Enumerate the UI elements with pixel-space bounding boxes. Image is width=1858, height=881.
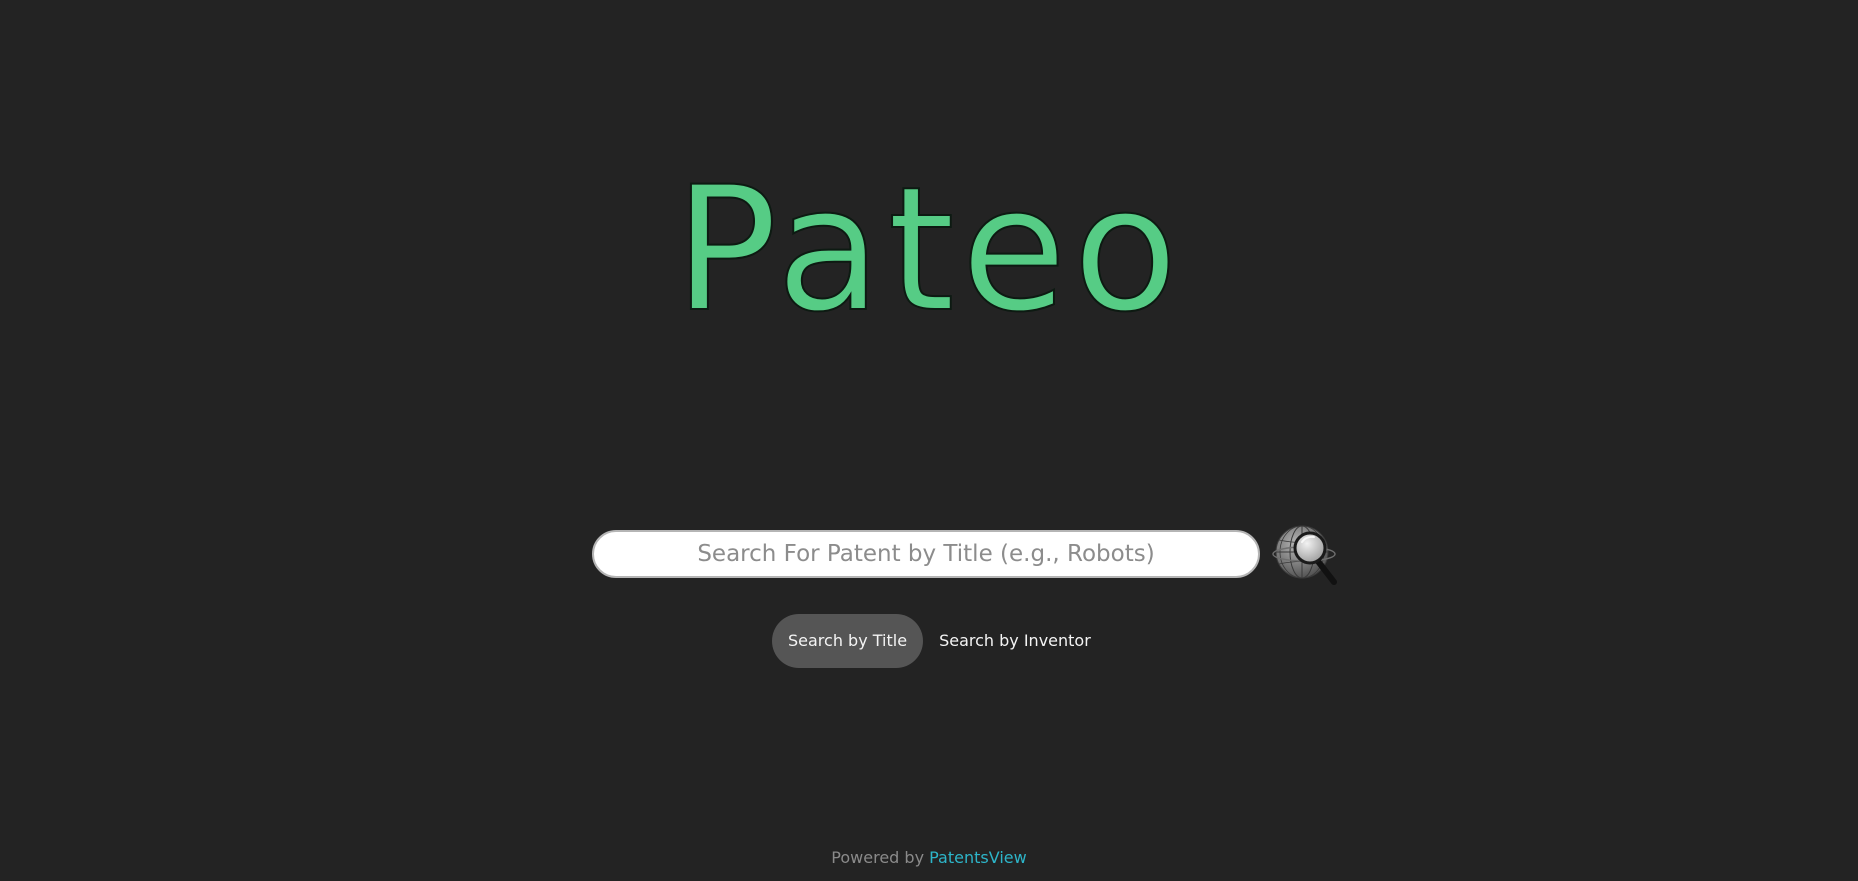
search-input[interactable]	[592, 530, 1260, 578]
footer-prefix: Powered by	[831, 848, 930, 867]
search-mode-tabs: Search by Title Search by Inventor	[772, 614, 1099, 668]
search-by-inventor-tab[interactable]: Search by Inventor	[931, 614, 1099, 668]
patentsview-link[interactable]: PatentsView	[929, 848, 1027, 867]
globe-magnifier-icon	[1272, 525, 1337, 585]
page: Pateo Search For Patent by Title (e.g., …	[0, 0, 1858, 881]
footer: Powered by PatentsView	[0, 848, 1858, 867]
search-button[interactable]	[1272, 523, 1338, 587]
search-bar	[592, 525, 1338, 585]
app-logo: Pateo	[673, 149, 1184, 350]
search-by-title-tab[interactable]: Search by Title	[772, 614, 924, 668]
